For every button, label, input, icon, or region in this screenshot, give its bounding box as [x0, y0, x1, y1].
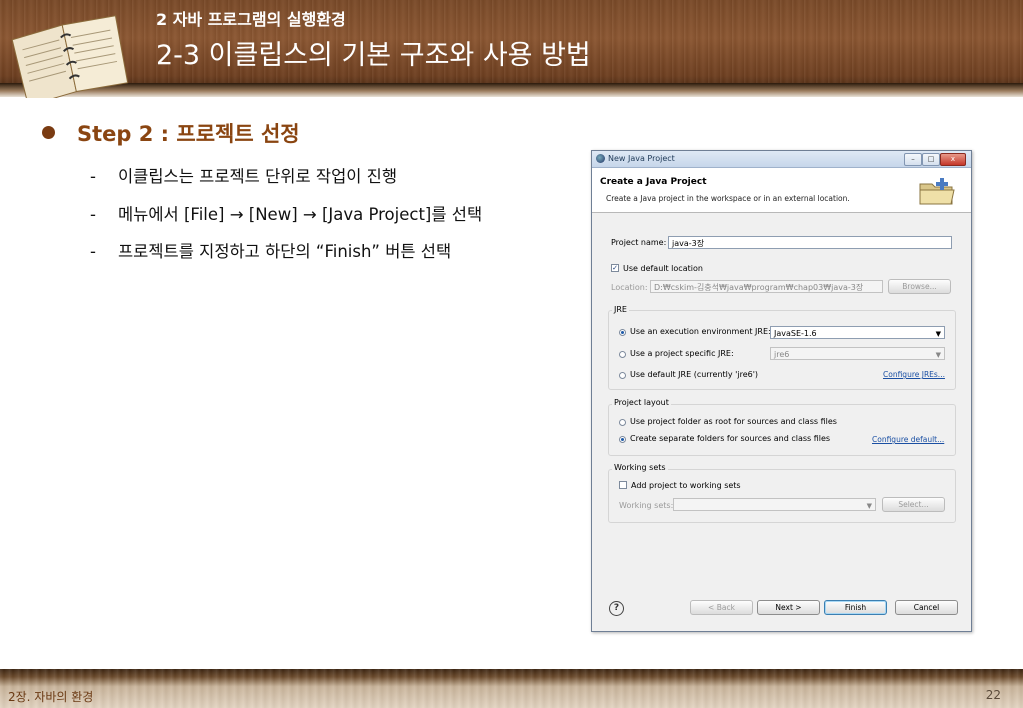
new-project-folder-icon — [919, 178, 955, 205]
location-input[interactable]: D:₩cskim-김충석₩java₩program₩chap03₩java-3장 — [650, 280, 883, 293]
jre-group-title: JRE — [612, 305, 629, 314]
separate-folders-radio[interactable] — [619, 436, 626, 443]
project-layout-title: Project layout — [612, 398, 671, 407]
project-specific-jre-value: jre6 — [774, 350, 790, 359]
project-specific-jre-select[interactable]: jre6 ▼ — [770, 347, 945, 360]
step-heading: Step 2 : 프로젝트 선정 — [77, 122, 300, 146]
add-working-sets-checkbox[interactable] — [619, 481, 627, 489]
configure-default-link[interactable]: Configure default... — [872, 435, 944, 444]
add-working-sets-label: Add project to working sets — [631, 481, 741, 490]
close-button[interactable]: x — [940, 153, 966, 166]
single-folder-radio[interactable] — [619, 419, 626, 426]
dialog-banner: Create a Java Project Create a Java proj… — [592, 168, 971, 213]
header-divider — [0, 83, 1023, 97]
finish-button[interactable]: Finish — [824, 600, 887, 615]
list-item: - 메뉴에서 [File] → [New] → [Java Project]를 선… — [90, 201, 482, 225]
execution-environment-value: JavaSE-1.6 — [774, 329, 817, 338]
dialog-title: New Java Project — [608, 154, 675, 163]
working-sets-title: Working sets — [612, 463, 668, 472]
use-default-location-label: Use default location — [623, 264, 703, 273]
list-item-text: 이클립스는 프로젝트 단위로 작업이 진행 — [118, 167, 398, 186]
list-item-text: 프로젝트를 지정하고 하단의 “Finish” 버튼 선택 — [118, 242, 452, 261]
footer-bar — [0, 669, 1023, 708]
eclipse-icon — [596, 154, 605, 163]
separate-folders-label: Create separate folders for sources and … — [630, 434, 831, 443]
select-button[interactable]: Select... — [882, 497, 945, 512]
page-title: 2-3 이클립스의 기본 구조와 사용 방법 — [156, 40, 591, 71]
dropdown-arrow-icon: ▼ — [935, 351, 941, 359]
bullet-icon — [42, 126, 55, 139]
working-sets-select[interactable]: ▼ — [673, 498, 876, 511]
default-jre-radio[interactable] — [619, 372, 626, 379]
list-dash: - — [90, 242, 96, 261]
list-dash: - — [90, 205, 96, 224]
configure-jres-link[interactable]: Configure JREs... — [883, 370, 945, 379]
cancel-button[interactable]: Cancel — [895, 600, 958, 615]
browse-button[interactable]: Browse... — [888, 279, 951, 294]
dialog-titlebar: New Java Project – □ x — [592, 151, 971, 168]
project-layout-group — [608, 404, 956, 456]
execution-environment-select[interactable]: JavaSE-1.6 ▼ — [770, 326, 945, 339]
project-name-input[interactable]: java-3장 — [668, 236, 952, 249]
project-specific-jre-radio[interactable] — [619, 351, 626, 358]
project-specific-jre-label: Use a project specific JRE: — [630, 349, 734, 358]
list-dash: - — [90, 167, 96, 186]
working-sets-group — [608, 469, 956, 523]
dropdown-arrow-icon: ▼ — [935, 330, 941, 338]
use-default-location-checkbox[interactable]: ✓ — [611, 264, 619, 272]
maximize-button[interactable]: □ — [922, 153, 940, 166]
banner-description: Create a Java project in the workspace o… — [606, 194, 850, 203]
project-name-label: Project name: — [611, 238, 667, 247]
page-number: 22 — [985, 688, 1001, 702]
footer-chapter: 2장. 자바의 환경 — [8, 690, 94, 704]
list-item: - 이클립스는 프로젝트 단위로 작업이 진행 — [90, 163, 397, 187]
dropdown-arrow-icon: ▼ — [866, 502, 872, 510]
execution-environment-radio[interactable] — [619, 329, 626, 336]
open-book-icon — [11, 15, 129, 98]
list-item-text: 메뉴에서 [File] → [New] → [Java Project]를 선택 — [118, 205, 483, 224]
banner-title: Create a Java Project — [600, 177, 707, 187]
new-java-project-dialog: New Java Project – □ x Create a Java Pro… — [591, 150, 972, 632]
back-button[interactable]: < Back — [690, 600, 753, 615]
next-button[interactable]: Next > — [757, 600, 820, 615]
execution-environment-label: Use an execution environment JRE: — [630, 327, 771, 336]
minimize-button[interactable]: – — [904, 153, 922, 166]
default-jre-label: Use default JRE (currently 'jre6') — [630, 370, 759, 379]
help-icon[interactable]: ? — [609, 601, 624, 616]
header-subtitle: 2 자바 프로그램의 실행환경 — [156, 10, 346, 29]
working-sets-label: Working sets: — [619, 501, 674, 510]
location-label: Location: — [611, 283, 648, 292]
list-item: - 프로젝트를 지정하고 하단의 “Finish” 버튼 선택 — [90, 238, 451, 262]
single-folder-label: Use project folder as root for sources a… — [630, 417, 837, 426]
